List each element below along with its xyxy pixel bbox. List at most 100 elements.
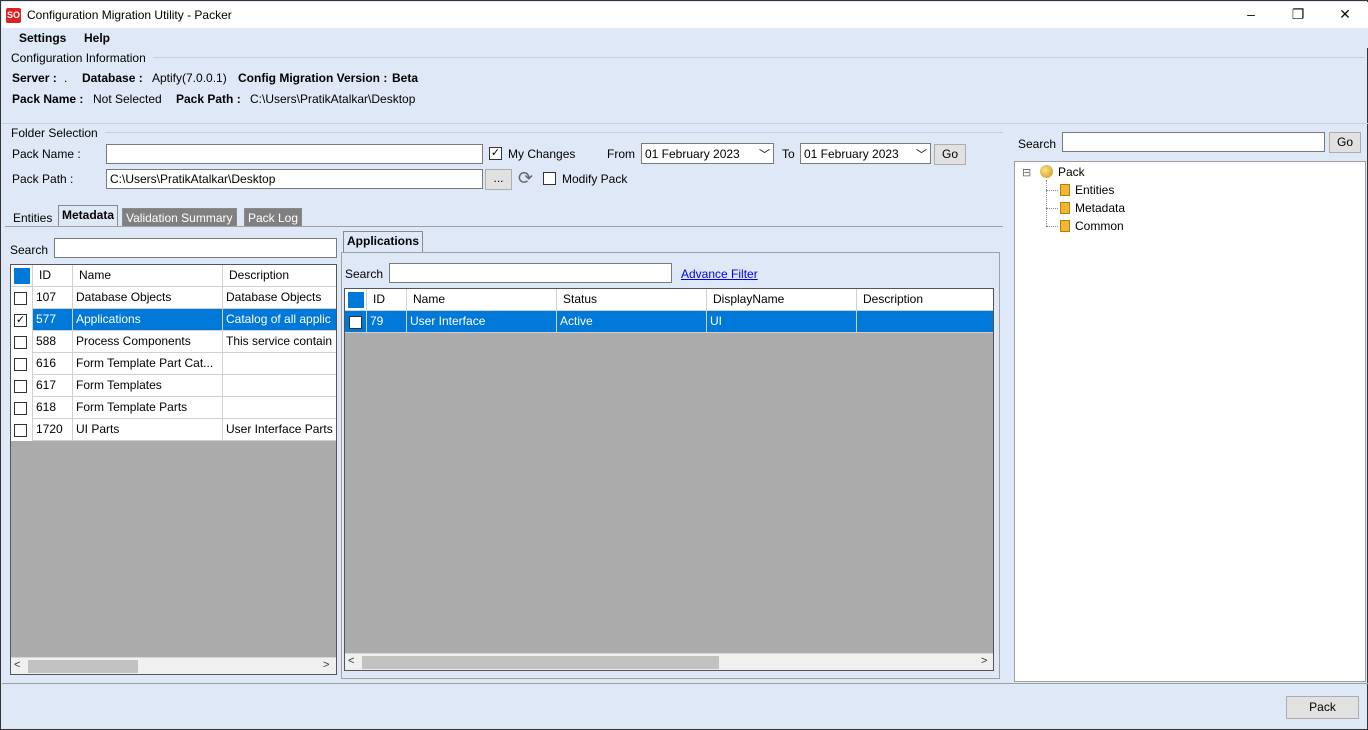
row-checkbox[interactable] (14, 380, 27, 393)
tree-node-metadata[interactable]: Metadata (1060, 201, 1125, 215)
select-all-checkbox[interactable] (14, 268, 30, 284)
pack-name-input[interactable] (106, 144, 483, 164)
right-grid-scrollbar[interactable]: < > (345, 653, 993, 670)
row-checkbox[interactable] (14, 402, 27, 415)
menu-help[interactable]: Help (84, 31, 110, 45)
scroll-left-icon[interactable]: < (14, 659, 20, 671)
date-go-button[interactable]: Go (934, 144, 966, 165)
cell-description: This service contain (226, 334, 333, 348)
tree-connector (1046, 208, 1058, 209)
table-row[interactable]: 588 Process Components This service contai… (11, 331, 336, 353)
row-select-cell[interactable] (11, 331, 33, 353)
column-header-id[interactable]: ID (33, 265, 73, 287)
tree-node-entities[interactable]: Entities (1060, 183, 1114, 197)
cell-description: Database Objects (226, 290, 322, 304)
column-header-description[interactable]: Description (857, 289, 993, 311)
column-header-displayname[interactable]: DisplayName (707, 289, 857, 311)
right-select-all-cell[interactable] (345, 289, 367, 311)
column-header-status[interactable]: Status (557, 289, 707, 311)
advance-filter-link[interactable]: Advance Filter (681, 267, 758, 281)
column-header-id[interactable]: ID (367, 289, 407, 311)
right-grid: ID Name Status DisplayName Description 7… (344, 288, 994, 671)
table-row[interactable]: 1720 UI Parts User Interface Parts (11, 419, 336, 441)
tab-metadata[interactable]: Metadata (58, 205, 119, 226)
table-row[interactable]: 79 User Interface Active UI (345, 311, 993, 333)
restore-button[interactable]: ❐ (1275, 2, 1321, 28)
row-select-cell[interactable] (345, 311, 367, 333)
app-logo-icon: SO (6, 8, 21, 23)
right-select-all-checkbox[interactable] (348, 292, 364, 308)
row-checkbox[interactable] (14, 358, 27, 371)
from-date-picker[interactable]: 01 February 2023 ﹀ (641, 143, 774, 164)
pack-button[interactable]: Pack (1286, 696, 1359, 719)
row-checkbox[interactable] (349, 316, 362, 329)
row-select-cell[interactable] (11, 419, 33, 441)
to-date-picker[interactable]: 01 February 2023 ﹀ (800, 143, 931, 164)
column-header-name[interactable]: Name (73, 265, 223, 287)
left-grid: ID Name Description 107 Database Objects D… (10, 264, 337, 675)
table-row[interactable]: 616 Form Template Part Cat... (11, 353, 336, 375)
row-select-cell[interactable] (11, 375, 33, 397)
tab-pack-log[interactable]: Pack Log (244, 208, 303, 226)
tree-node-common[interactable]: Common (1060, 219, 1124, 233)
tab-validation-summary[interactable]: Validation Summary (122, 208, 237, 226)
tree-node-pack[interactable]: Pack (1040, 165, 1085, 179)
column-header-description[interactable]: Description (223, 265, 336, 287)
menu-settings[interactable]: Settings (19, 31, 66, 45)
to-date-value: 01 February 2023 (804, 147, 899, 161)
row-select-cell[interactable] (11, 287, 33, 309)
column-header-name[interactable]: Name (407, 289, 557, 311)
scroll-left-icon[interactable]: < (348, 655, 354, 667)
left-scroll-thumb[interactable] (28, 660, 138, 673)
scroll-right-icon[interactable]: > (323, 659, 329, 671)
tree-connector (1046, 180, 1047, 226)
info-pack-name-value: Not Selected (93, 92, 162, 106)
table-row[interactable]: 618 Form Template Parts (11, 397, 336, 419)
row-checkbox[interactable] (14, 424, 27, 437)
tab-applications[interactable]: Applications (343, 231, 424, 253)
collapse-icon[interactable]: ⊟ (1022, 166, 1031, 179)
cell-status: Active (557, 311, 707, 333)
pack-path-label: Pack Path : (12, 172, 74, 186)
my-changes-label: My Changes (508, 147, 576, 161)
row-checkbox[interactable] (14, 292, 27, 305)
table-row[interactable]: 617 Form Templates (11, 375, 336, 397)
folder-icon (1060, 202, 1070, 214)
tree-go-button[interactable]: Go (1329, 132, 1361, 153)
refresh-icon[interactable]: ⟳ (518, 168, 533, 189)
database-label: Database : (82, 71, 143, 85)
close-button[interactable]: ✕ (1322, 2, 1368, 28)
table-row[interactable]: 107 Database Objects Database Objects (11, 287, 336, 309)
tree-search-input[interactable] (1062, 132, 1325, 152)
cell-description (223, 353, 336, 375)
right-grid-header: ID Name Status DisplayName Description (345, 289, 993, 311)
row-select-cell[interactable] (11, 397, 33, 419)
right-search-input[interactable] (389, 263, 672, 283)
my-changes-checkbox[interactable]: ✓ (489, 147, 502, 160)
left-search-label: Search (10, 243, 49, 257)
row-checkbox[interactable]: ✓ (14, 314, 27, 327)
cell-name: Form Template Part Cat... (73, 353, 223, 375)
cell-id: 79 (367, 311, 407, 333)
tab-entities[interactable]: Entities (9, 208, 57, 226)
table-row[interactable]: ✓ 577 Applications Catalog of all applic (11, 309, 336, 331)
minimize-button[interactable]: – (1228, 2, 1274, 28)
left-grid-scrollbar[interactable]: < > (11, 657, 336, 674)
pack-tree: ⊟ Pack Entities Metadata Common (1014, 161, 1366, 682)
scroll-right-icon[interactable]: > (981, 655, 987, 667)
modify-pack-checkbox[interactable] (543, 172, 556, 185)
footer-divider (2, 683, 1368, 684)
cell-id: 107 (33, 287, 73, 309)
tree-node-label: Common (1075, 219, 1124, 233)
server-label: Server : (12, 71, 57, 85)
select-all-cell[interactable] (11, 265, 33, 287)
left-search-input[interactable] (54, 238, 337, 258)
row-checkbox[interactable] (14, 336, 27, 349)
row-select-cell[interactable] (11, 353, 33, 375)
browse-button[interactable]: ... (485, 169, 512, 190)
pack-name-label: Pack Name : (12, 147, 81, 161)
right-scroll-thumb[interactable] (362, 656, 719, 669)
pack-path-input[interactable]: C:\Users\PratikAtalkar\Desktop (106, 169, 483, 189)
cell-id: 618 (33, 397, 73, 419)
row-select-cell[interactable]: ✓ (11, 309, 33, 331)
